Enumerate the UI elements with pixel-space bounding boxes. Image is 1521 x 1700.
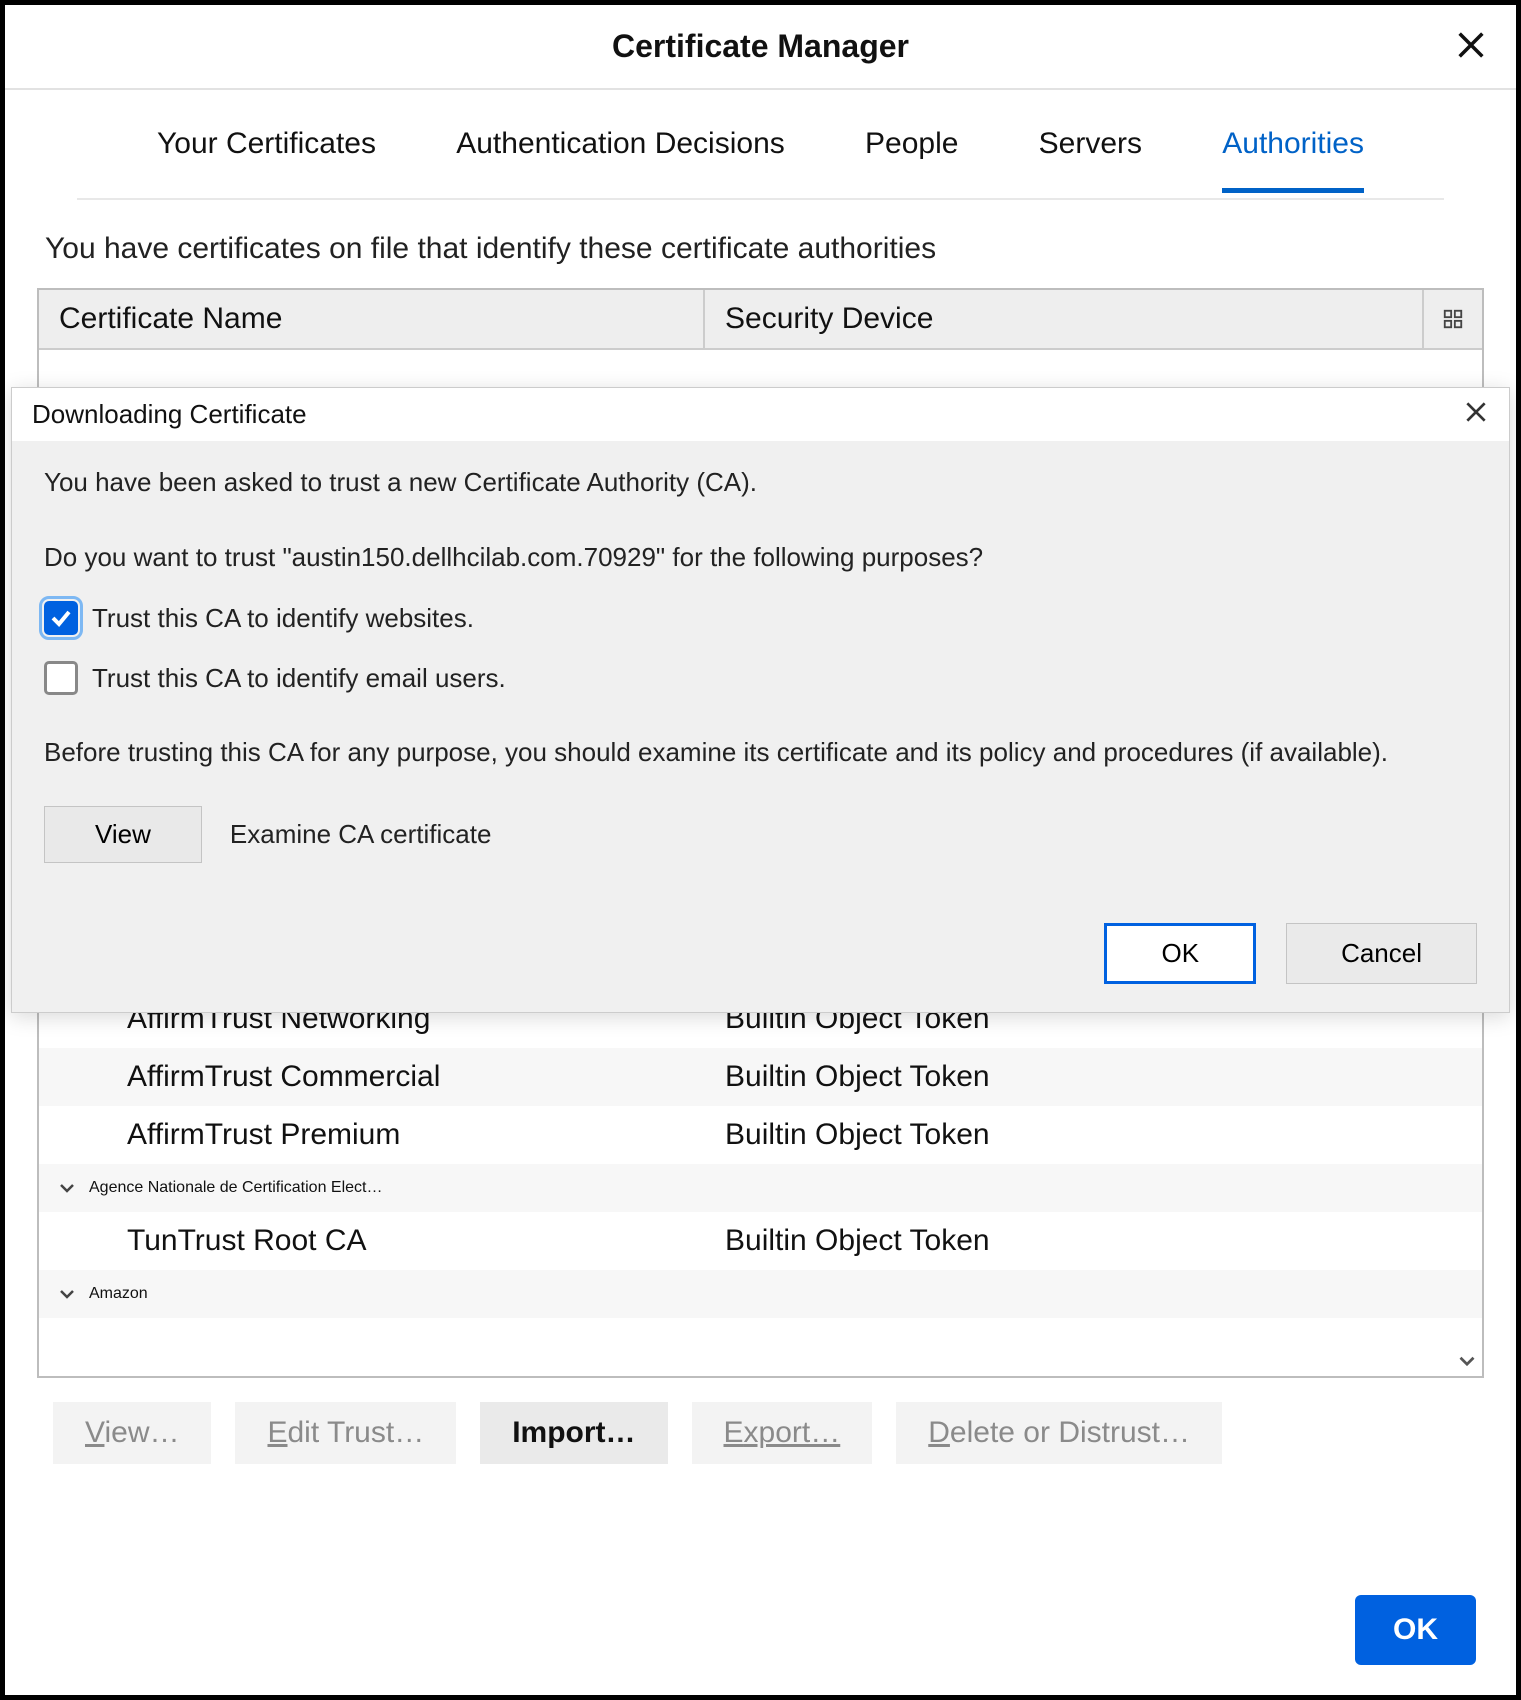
dialog-ok-button[interactable]: OK <box>1104 923 1256 984</box>
downloading-certificate-dialog: Downloading Certificate You have been as… <box>11 387 1510 1013</box>
column-certificate-name[interactable]: Certificate Name <box>39 290 705 348</box>
table-header: Certificate Name Security Device <box>39 290 1482 350</box>
trust-email-label: Trust this CA to identify email users. <box>92 663 506 694</box>
group-header[interactable]: Amazon <box>39 1270 1482 1318</box>
dialog-header: Downloading Certificate <box>12 388 1509 441</box>
close-icon[interactable] <box>1463 396 1489 433</box>
cert-device: Builtin Object Token <box>705 1118 1482 1152</box>
trust-email-row: Trust this CA to identify email users. <box>44 661 1477 695</box>
edit-trust-button[interactable]: Edit Trust… <box>235 1402 456 1464</box>
action-bar: View… Edit Trust… Import… Export… Delete… <box>37 1402 1484 1464</box>
group-label: Agence Nationale de Certification Elect… <box>89 1179 383 1197</box>
export-button[interactable]: Export… <box>692 1402 873 1464</box>
table-row[interactable]: TunTrust Root CA Builtin Object Token <box>39 1212 1482 1270</box>
tab-servers[interactable]: Servers <box>1039 97 1142 191</box>
window-header: Certificate Manager <box>5 5 1516 90</box>
cert-name: TunTrust Root CA <box>39 1224 705 1258</box>
dialog-text-2: Do you want to trust "austin150.dellhcil… <box>44 542 1477 573</box>
cert-device: Builtin Object Token <box>705 1224 1482 1258</box>
window-title: Certificate Manager <box>612 28 909 65</box>
cert-name: AffirmTrust Commercial <box>39 1060 705 1094</box>
dialog-cancel-button[interactable]: Cancel <box>1286 923 1477 984</box>
trust-websites-label: Trust this CA to identify websites. <box>92 603 474 634</box>
view-certificate-button[interactable]: View <box>44 806 202 863</box>
table-row[interactable]: AffirmTrust Commercial Builtin Object To… <box>39 1048 1482 1106</box>
certificate-manager-window: Certificate Manager Your Certificates Au… <box>0 0 1521 1700</box>
close-icon[interactable] <box>1454 27 1488 72</box>
column-picker-icon[interactable] <box>1422 290 1482 348</box>
examine-label: Examine CA certificate <box>230 819 492 850</box>
tab-people[interactable]: People <box>865 97 958 191</box>
examine-row: View Examine CA certificate <box>44 806 1477 863</box>
column-security-device[interactable]: Security Device <box>705 290 1422 348</box>
trust-email-checkbox[interactable] <box>44 661 78 695</box>
chevron-down-icon <box>55 1282 79 1306</box>
cert-device: Builtin Object Token <box>705 1060 1482 1094</box>
tab-authorities[interactable]: Authorities <box>1222 97 1364 191</box>
tab-your-certificates[interactable]: Your Certificates <box>157 97 376 191</box>
delete-distrust-button[interactable]: Delete or Distrust… <box>896 1402 1222 1464</box>
scroll-down-icon[interactable] <box>1454 1348 1480 1374</box>
group-header[interactable]: Agence Nationale de Certification Elect… <box>39 1164 1482 1212</box>
view-button[interactable]: View… <box>53 1402 211 1464</box>
trust-websites-checkbox[interactable] <box>44 601 78 635</box>
dialog-footer: OK Cancel <box>12 923 1509 1012</box>
ok-button[interactable]: OK <box>1355 1595 1476 1665</box>
cert-name: AffirmTrust Premium <box>39 1118 705 1152</box>
dialog-title: Downloading Certificate <box>32 399 307 430</box>
table-row[interactable]: AffirmTrust Premium Builtin Object Token <box>39 1106 1482 1164</box>
import-button[interactable]: Import… <box>480 1402 667 1464</box>
trust-websites-row: Trust this CA to identify websites. <box>44 601 1477 635</box>
tabs-bar: Your Certificates Authentication Decisio… <box>77 90 1444 200</box>
group-label: Amazon <box>89 1285 148 1303</box>
tab-authentication-decisions[interactable]: Authentication Decisions <box>456 97 785 191</box>
chevron-down-icon <box>55 1176 79 1200</box>
dialog-text-3: Before trusting this CA for any purpose,… <box>44 737 1477 768</box>
dialog-text-1: You have been asked to trust a new Certi… <box>44 467 1477 498</box>
intro-text: You have certificates on file that ident… <box>45 232 1476 266</box>
dialog-body: You have been asked to trust a new Certi… <box>12 441 1509 923</box>
